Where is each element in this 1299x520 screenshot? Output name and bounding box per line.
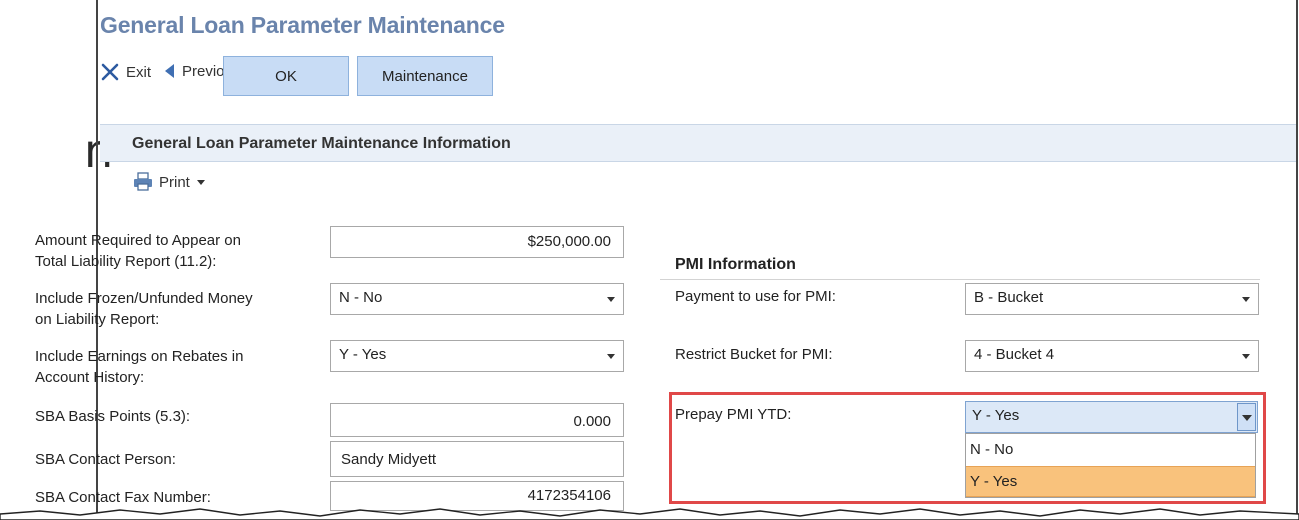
window-right-border <box>1296 0 1298 520</box>
pmi-restrict-select[interactable]: 4 - Bucket 4 <box>965 340 1259 372</box>
include-earnings-label: Include Earnings on Rebates in Account H… <box>35 348 244 386</box>
pmi-payment-select[interactable]: B - Bucket <box>965 283 1259 315</box>
pmi-prepay-value: Y - Yes <box>972 407 1020 424</box>
toolbar: Exit Previous OK Maintenance <box>100 56 520 98</box>
print-button[interactable]: Print <box>132 172 207 192</box>
sba-contact-person-input[interactable]: Sandy Midyett <box>330 441 624 477</box>
include-frozen-label: Include Frozen/Unfunded Money on Liabili… <box>35 290 253 328</box>
pmi-prepay-dropdown-list: N - No Y - Yes <box>965 433 1256 498</box>
chevron-down-icon <box>1242 354 1250 359</box>
previous-arrow-icon <box>165 64 174 78</box>
dropdown-toggle-button[interactable] <box>1237 403 1256 431</box>
pmi-restrict-value: 4 - Bucket 4 <box>974 346 1055 363</box>
sba-basis-input[interactable]: 0.000 <box>330 403 624 437</box>
include-frozen-value: N - No <box>339 289 383 306</box>
chevron-down-icon <box>607 297 615 302</box>
sba-basis-label: SBA Basis Points (5.3): <box>35 408 191 425</box>
amount-required-label: Amount Required to Appear on Total Liabi… <box>35 232 241 270</box>
pmi-payment-value: B - Bucket <box>974 289 1044 306</box>
chevron-down-icon <box>607 354 615 359</box>
panel-title: General Loan Parameter Maintenance Infor… <box>100 124 1296 162</box>
exit-label: Exit <box>126 63 152 81</box>
include-earnings-value: Y - Yes <box>339 346 387 363</box>
maintenance-button[interactable]: Maintenance <box>357 56 493 96</box>
pmi-prepay-label: Prepay PMI YTD: <box>675 406 792 423</box>
close-icon <box>101 63 119 81</box>
dropdown-option-yes[interactable]: Y - Yes <box>966 466 1255 497</box>
page-title: General Loan Parameter Maintenance <box>100 12 505 38</box>
pmi-payment-label: Payment to use for PMI: <box>675 288 836 305</box>
pmi-restrict-label: Restrict Bucket for PMI: <box>675 346 833 363</box>
pmi-prepay-select[interactable]: Y - Yes <box>965 401 1258 433</box>
amount-required-input[interactable]: $250,000.00 <box>330 226 624 258</box>
dropdown-option-no[interactable]: N - No <box>966 435 1255 466</box>
chevron-down-icon <box>1242 297 1250 302</box>
pmi-section-header: PMI Information <box>660 246 1260 280</box>
torn-paper-edge <box>0 508 1299 520</box>
printer-icon <box>134 172 152 191</box>
chevron-down-icon <box>196 180 205 185</box>
exit-button[interactable]: Exit <box>100 62 151 82</box>
include-earnings-select[interactable]: Y - Yes <box>330 340 624 372</box>
sba-contact-person-label: SBA Contact Person: <box>35 451 176 468</box>
print-label: Print <box>159 173 190 191</box>
include-frozen-select[interactable]: N - No <box>330 283 624 315</box>
ok-button[interactable]: OK <box>223 56 349 96</box>
